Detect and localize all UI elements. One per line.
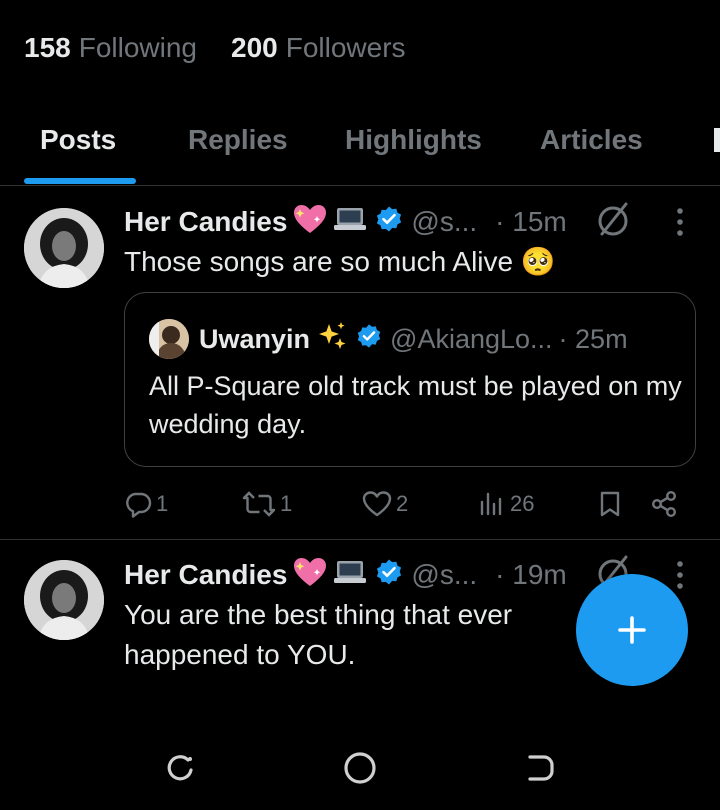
sparkling-heart-icon xyxy=(293,203,327,242)
quoted-post-text: All P-Square old track must be played on… xyxy=(149,371,682,439)
post-header: Her Candies @s... · 19m xyxy=(124,555,567,595)
post-actions: 1 1 2 26 xyxy=(0,484,720,524)
author-handle[interactable]: @s... xyxy=(411,559,477,591)
reply-icon xyxy=(126,492,152,518)
tab-replies[interactable]: Replies xyxy=(188,124,288,156)
following-link[interactable]: 158 Following xyxy=(24,32,197,64)
author-name[interactable]: Her Candies xyxy=(124,206,287,238)
verified-badge-icon xyxy=(375,558,403,593)
active-tab-indicator xyxy=(24,178,136,184)
back-button[interactable] xyxy=(518,746,562,790)
bookmark-button[interactable] xyxy=(598,484,622,524)
more-options-icon[interactable] xyxy=(672,559,688,596)
recent-apps-icon xyxy=(167,755,193,781)
avatar[interactable] xyxy=(24,208,104,288)
following-label: Following xyxy=(78,32,197,63)
post-text: Those songs are so much Alive 🥺 xyxy=(124,246,556,277)
plus-icon xyxy=(618,616,646,644)
profile-stats: 158 Following 200 Followers xyxy=(24,28,406,68)
verified-badge-icon xyxy=(356,323,382,356)
views-icon xyxy=(480,492,502,516)
quoted-post-header: Uwanyin @AkiangLo... · 25m xyxy=(199,319,628,359)
bookmark-icon xyxy=(600,491,620,517)
author-name[interactable]: Her Candies xyxy=(124,559,287,591)
laptop-icon xyxy=(333,557,367,594)
following-count: 158 xyxy=(24,32,71,63)
views-count: 26 xyxy=(510,491,535,516)
tab-overflow-partial[interactable] xyxy=(714,128,720,152)
repost-button[interactable]: 1 xyxy=(242,484,292,524)
grok-icon[interactable] xyxy=(596,200,632,245)
profile-tabs: Posts Replies Highlights Articles xyxy=(0,112,720,186)
verified-badge-icon xyxy=(375,205,403,240)
compose-button[interactable] xyxy=(576,574,688,686)
quoted-post-time[interactable]: · 25m xyxy=(559,324,628,355)
avatar[interactable] xyxy=(24,560,104,640)
back-icon xyxy=(528,755,554,781)
author-handle[interactable]: @s... xyxy=(411,206,477,238)
like-count: 2 xyxy=(396,491,409,516)
followers-count: 200 xyxy=(231,32,278,63)
laptop-icon xyxy=(333,204,367,241)
sparkling-heart-icon xyxy=(293,556,327,595)
quoted-post[interactable]: Uwanyin @AkiangLo... · 25m All P-Square … xyxy=(124,292,696,467)
sparkles-icon xyxy=(316,320,348,359)
quoted-author-name[interactable]: Uwanyin xyxy=(199,324,310,355)
followers-label: Followers xyxy=(285,32,406,63)
more-options-icon[interactable] xyxy=(672,206,688,243)
post-header: Her Candies @s... · 15m xyxy=(124,202,567,242)
quoted-avatar[interactable] xyxy=(149,319,189,359)
post-time[interactable]: · 15m xyxy=(495,206,567,238)
share-icon xyxy=(652,491,677,518)
reply-button[interactable]: 1 xyxy=(124,484,168,524)
share-button[interactable] xyxy=(650,484,678,524)
recent-apps-button[interactable] xyxy=(158,746,202,790)
home-icon xyxy=(344,752,376,784)
heart-icon xyxy=(362,491,392,517)
reply-count: 1 xyxy=(156,491,169,516)
repost-count: 1 xyxy=(280,491,293,516)
post-time[interactable]: · 19m xyxy=(495,559,567,591)
tab-posts[interactable]: Posts xyxy=(40,124,116,156)
post-text: You are the best thing that ever happene… xyxy=(124,599,513,670)
like-button[interactable]: 2 xyxy=(362,484,408,524)
system-nav-bar xyxy=(0,730,720,810)
tab-highlights[interactable]: Highlights xyxy=(345,124,482,156)
home-button[interactable] xyxy=(338,746,382,790)
tab-articles[interactable]: Articles xyxy=(540,124,643,156)
followers-link[interactable]: 200 Followers xyxy=(231,32,406,64)
post-card[interactable]: Her Candies @s... · 15m Those songs are … xyxy=(0,186,720,540)
repost-icon xyxy=(242,491,276,517)
views-button[interactable]: 26 xyxy=(478,484,534,524)
quoted-author-handle[interactable]: @AkiangLo... xyxy=(390,324,553,355)
